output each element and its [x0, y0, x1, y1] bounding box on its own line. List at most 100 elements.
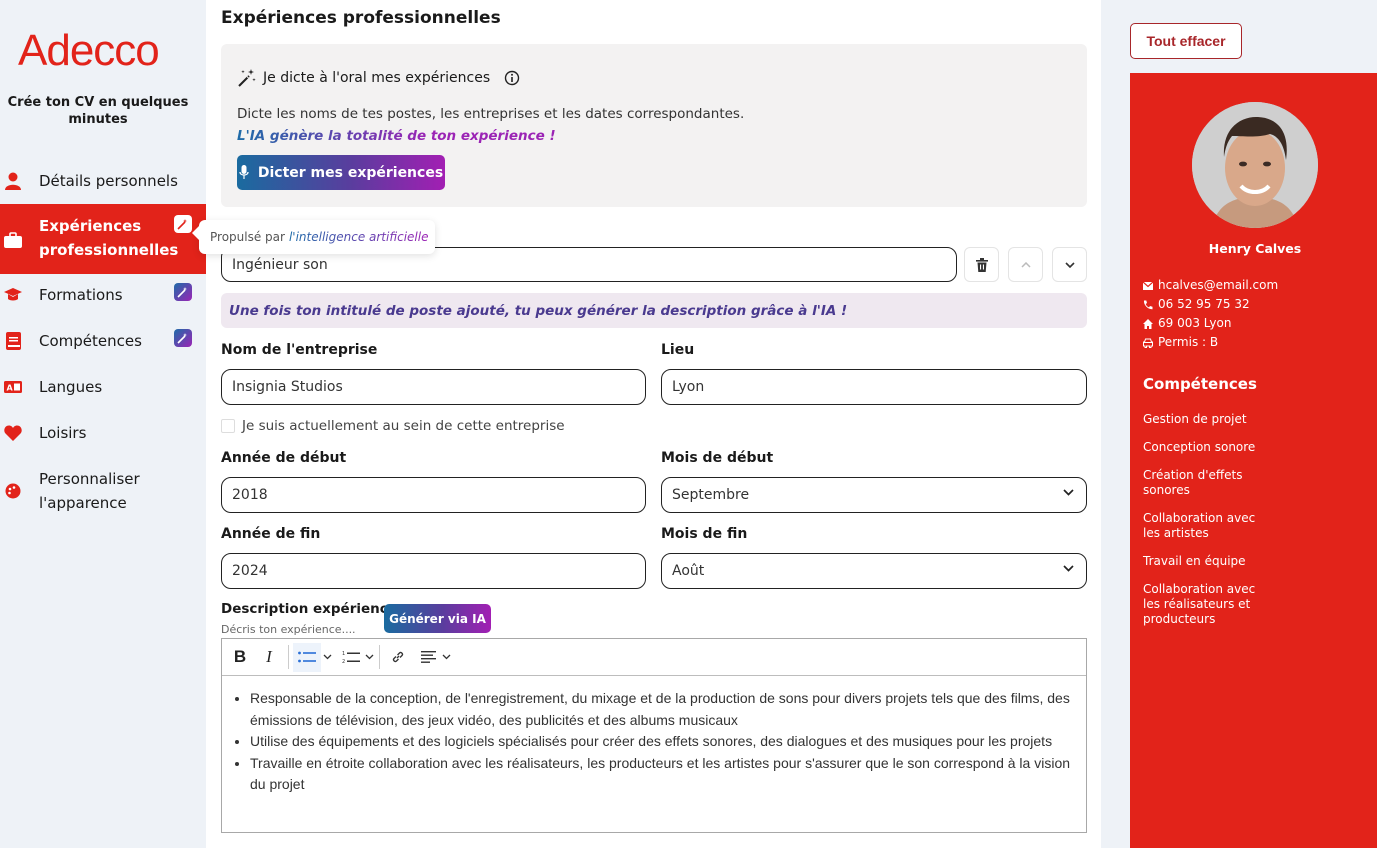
- start-month-label: Mois de début: [661, 450, 774, 466]
- align-options[interactable]: [440, 643, 452, 672]
- delete-experience-button[interactable]: [964, 247, 999, 282]
- sidebar-item-experiences[interactable]: Expériences professionnelles: [0, 204, 206, 274]
- description-label: Description expérience: [221, 601, 397, 617]
- dictate-experiences-button[interactable]: Dicter mes expériences: [237, 155, 445, 190]
- clear-all-button[interactable]: Tout effacer: [1130, 23, 1242, 59]
- toolbar-divider: [379, 645, 380, 669]
- sidebar-item-langues[interactable]: A Langues: [0, 374, 206, 400]
- current-job-checkbox-row[interactable]: Je suis actuellement au sein de cette en…: [221, 418, 565, 434]
- user-icon: [4, 172, 22, 190]
- microphone-icon: [239, 165, 249, 179]
- mail-icon: [1143, 281, 1153, 290]
- end-year-input[interactable]: 2024: [221, 553, 646, 589]
- move-up-button[interactable]: [1008, 247, 1043, 282]
- ai-wand-icon: [174, 215, 192, 233]
- cv-address: 69 003 Lyon: [1158, 316, 1232, 330]
- profile-photo: [1192, 102, 1318, 228]
- cv-skill: Conception sonore: [1143, 440, 1256, 454]
- location-value: Lyon: [672, 379, 705, 395]
- cv-preview-panel: Tout effacer Henry Calves hcalves@email.…: [1101, 0, 1377, 848]
- cv-phone-row: 06 52 95 75 32: [1143, 295, 1278, 314]
- description-bullet: Responsable de la conception, de l'enreg…: [250, 688, 1076, 731]
- palette-icon: [4, 482, 22, 500]
- cv-email: hcalves@email.com: [1158, 278, 1279, 292]
- cv-license: Permis : B: [1158, 335, 1219, 349]
- cv-preview: Henry Calves hcalves@email.com 06 52 95 …: [1130, 73, 1377, 848]
- italic-button[interactable]: I: [254, 643, 284, 672]
- current-job-label: Je suis actuellement au sein de cette en…: [242, 418, 565, 434]
- briefcase-icon: [4, 231, 22, 249]
- sidebar-item-label: Expériences professionnelles: [39, 217, 179, 259]
- page-title: Expériences professionnelles: [221, 8, 501, 28]
- current-job-checkbox[interactable]: [221, 419, 235, 433]
- start-month-select[interactable]: Septembre: [661, 477, 1087, 513]
- sidebar-item-formations[interactable]: Formations: [0, 282, 206, 308]
- sidebar-item-competences[interactable]: Compétences: [0, 328, 206, 354]
- tagline: Crée ton CV en quelques minutes: [7, 95, 189, 127]
- cv-license-row: Permis : B: [1143, 333, 1278, 352]
- numbered-list-button[interactable]: 12: [339, 643, 363, 672]
- end-month-label: Mois de fin: [661, 526, 748, 542]
- phone-icon: [1143, 300, 1153, 309]
- sidebar-item-appearance[interactable]: Personnaliser l'apparence: [0, 466, 206, 516]
- cv-skill: Collaboration avec les artistes: [1143, 511, 1256, 540]
- numbered-list-icon: 12: [342, 651, 360, 664]
- cv-address-row: 69 003 Lyon: [1143, 314, 1278, 333]
- magic-wand-icon: [238, 69, 256, 87]
- dictate-heading: Je dicte à l'oral mes expériences: [237, 68, 520, 88]
- ai-description-hint: Une fois ton intitulé de poste ajouté, t…: [221, 293, 1087, 328]
- chevron-down-icon: [365, 654, 373, 660]
- end-year-value: 2024: [232, 563, 268, 579]
- sidebar: Adecco Crée ton CV en quelques minutes D…: [0, 0, 206, 848]
- home-icon: [1143, 318, 1153, 329]
- chevron-down-icon: [1063, 489, 1074, 496]
- company-label: Nom de l'entreprise: [221, 342, 378, 358]
- cv-skill: Gestion de projet: [1143, 412, 1247, 426]
- svg-text:A: A: [7, 384, 14, 393]
- cv-email-row: hcalves@email.com: [1143, 276, 1278, 295]
- book-icon: [4, 332, 22, 350]
- rich-text-editor[interactable]: B I 12 • Responsable de la conception, d…: [221, 638, 1087, 833]
- trash-icon: [975, 257, 988, 272]
- svg-text:1: 1: [342, 651, 345, 657]
- generate-ai-button[interactable]: Générer via IA: [384, 604, 491, 633]
- bullet-list-options[interactable]: [321, 643, 333, 672]
- sidebar-item-personal-details[interactable]: Détails personnels: [0, 168, 206, 194]
- align-left-icon: [420, 651, 436, 663]
- toolbar-divider: [288, 645, 289, 669]
- ai-tooltip: Propulsé par l'intelligence artificielle: [192, 220, 435, 254]
- info-icon[interactable]: [504, 70, 520, 86]
- dictate-heading-text: Je dicte à l'oral mes expériences: [263, 70, 491, 86]
- sidebar-item-label: Personnaliser l'apparence: [39, 470, 140, 512]
- bullet-list-button[interactable]: [293, 642, 321, 672]
- job-title-value: Ingénieur son: [232, 256, 328, 273]
- cv-phone: 06 52 95 75 32: [1158, 297, 1250, 311]
- tooltip-highlight: l'intelligence artificielle: [288, 230, 429, 244]
- ai-wand-icon: [174, 283, 192, 301]
- editor-toolbar: B I 12: [222, 639, 1086, 676]
- language-icon: A: [4, 378, 22, 396]
- adecco-logo[interactable]: Adecco: [18, 26, 160, 76]
- sidebar-item-loisirs[interactable]: Loisirs: [0, 420, 206, 446]
- location-input[interactable]: Lyon: [661, 369, 1087, 405]
- end-month-value: Août: [672, 563, 705, 579]
- dictate-panel: Je dicte à l'oral mes expériences Dicte …: [221, 44, 1087, 207]
- description-content[interactable]: Responsable de la conception, de l'enreg…: [222, 676, 1086, 796]
- cv-skills-list: Gestion de projet Conception sonore Créa…: [1143, 412, 1263, 640]
- bold-button[interactable]: B: [232, 643, 248, 672]
- cv-name: Henry Calves: [1208, 241, 1302, 256]
- link-button[interactable]: [384, 643, 412, 672]
- move-down-button[interactable]: [1052, 247, 1087, 282]
- chevron-down-icon: [1063, 565, 1074, 572]
- link-icon: [392, 651, 404, 663]
- ai-wand-icon: [174, 329, 192, 347]
- sidebar-item-label: Compétences: [39, 332, 142, 350]
- end-month-select[interactable]: Août: [661, 553, 1087, 589]
- description-bullet: Utilise des équipements et des logiciels…: [250, 731, 1076, 753]
- description-hint: Décris ton expérience....: [221, 623, 356, 636]
- svg-text:2: 2: [342, 659, 345, 664]
- start-year-input[interactable]: 2018: [221, 477, 646, 513]
- align-button[interactable]: [416, 643, 440, 672]
- company-input[interactable]: Insignia Studios: [221, 369, 646, 405]
- numbered-list-options[interactable]: [363, 643, 375, 672]
